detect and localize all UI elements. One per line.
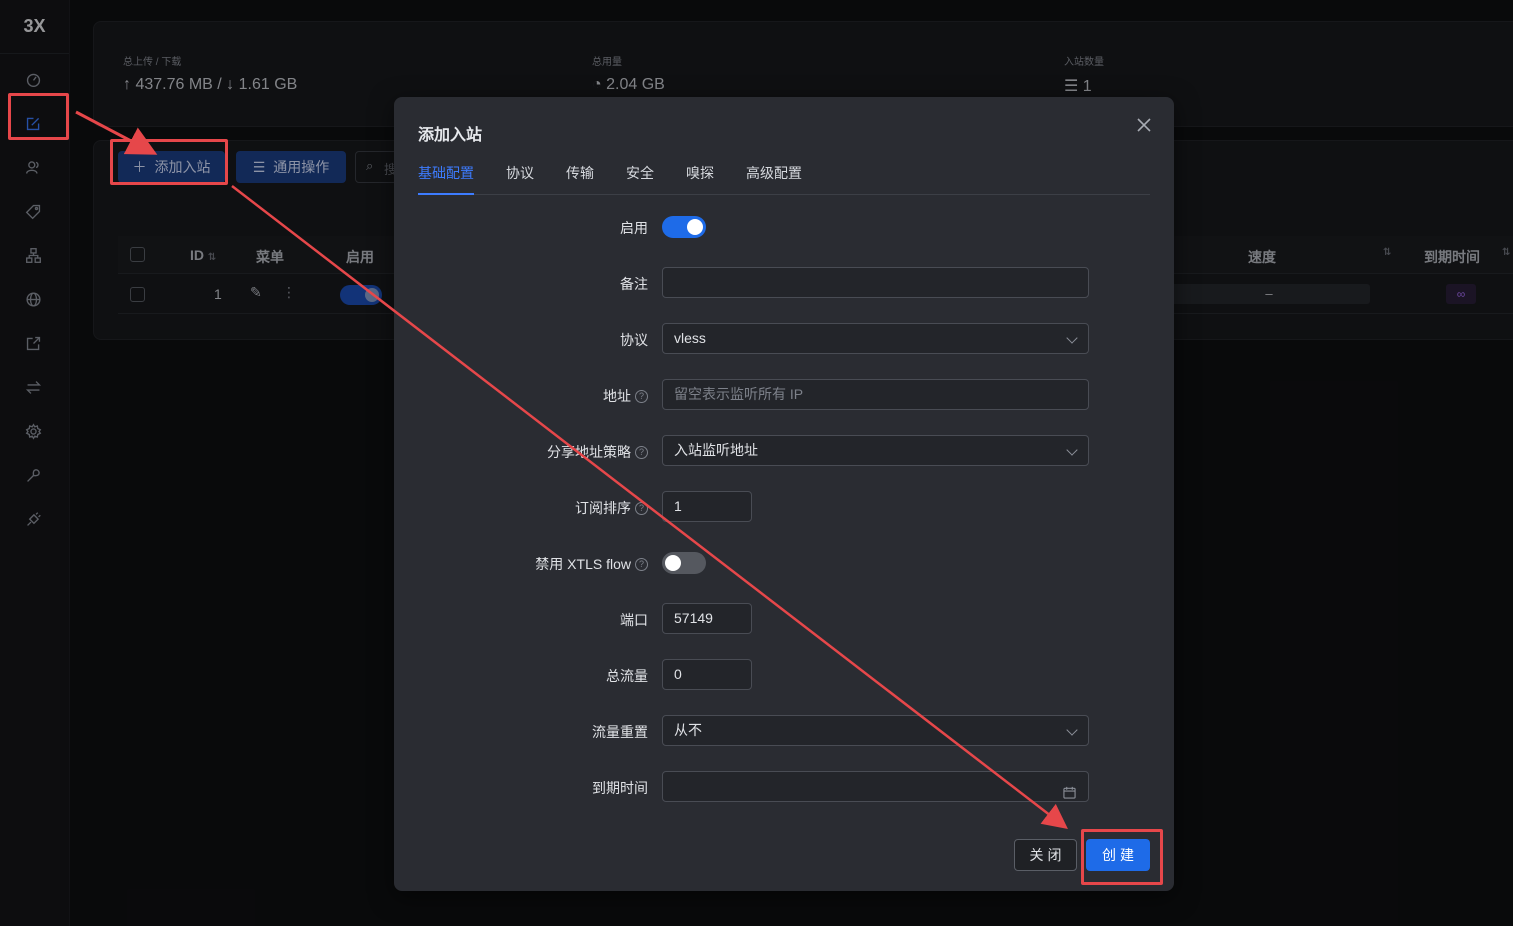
share-strategy-value: 入站监听地址 — [674, 442, 758, 458]
modal-close-button[interactable] — [1136, 117, 1154, 135]
tab-sniffing[interactable]: 嗅探 — [686, 163, 714, 183]
total-traffic-label-text: 总流量 — [606, 668, 648, 684]
chevron-down-icon — [1066, 724, 1078, 736]
help-icon[interactable]: ? — [635, 557, 648, 571]
traffic-reset-select[interactable]: 从不 — [662, 715, 1089, 746]
protocol-label-text: 协议 — [620, 332, 648, 348]
tab-transport[interactable]: 传输 — [566, 163, 594, 183]
calendar-icon — [1063, 780, 1076, 801]
protocol-select[interactable]: vless — [662, 323, 1089, 354]
address-label: 地址? — [603, 386, 648, 406]
close-button[interactable]: 关闭 — [1014, 839, 1077, 871]
sub-order-label: 订阅排序? — [575, 498, 648, 518]
tab-security[interactable]: 安全 — [626, 163, 654, 183]
add-inbound-modal: 添加入站 基础配置 协议 传输 安全 嗅探 高级配置 启用 备注 协议 vles… — [394, 97, 1174, 891]
total-traffic-input[interactable]: 0 — [662, 659, 752, 690]
active-tab-indicator — [418, 193, 474, 195]
highlight-box-sidebar-inbounds — [8, 93, 69, 140]
disable-xtls-label-text: 禁用 XTLS flow — [535, 556, 631, 572]
remark-input[interactable] — [662, 267, 1089, 298]
sub-order-input[interactable]: 1 — [662, 491, 752, 522]
expiry-label-text: 到期时间 — [592, 780, 648, 796]
form-row-enable: 启用 — [394, 211, 1174, 243]
enable-label-text: 启用 — [620, 220, 648, 236]
form-row-expiry: 到期时间 — [394, 771, 1174, 803]
protocol-value: vless — [674, 330, 706, 346]
form-row-total-traffic: 总流量 0 — [394, 659, 1174, 691]
share-strategy-select[interactable]: 入站监听地址 — [662, 435, 1089, 466]
tab-protocol[interactable]: 协议 — [506, 163, 534, 183]
form-row-disable-xtls: 禁用 XTLS flow? — [394, 547, 1174, 579]
expiry-label: 到期时间 — [592, 778, 648, 798]
highlight-box-add-inbound — [110, 139, 228, 185]
form-row-port: 端口 57149 — [394, 603, 1174, 635]
tab-advanced-config[interactable]: 高级配置 — [746, 163, 802, 183]
remark-label: 备注 — [620, 274, 648, 294]
modal-title: 添加入站 — [418, 127, 483, 144]
form-row-sub-order: 订阅排序? 1 — [394, 491, 1174, 523]
disable-xtls-label: 禁用 XTLS flow? — [535, 554, 648, 574]
traffic-reset-value: 从不 — [674, 722, 702, 738]
enable-label: 启用 — [620, 218, 648, 238]
modal-tabs: 基础配置 协议 传输 安全 嗅探 高级配置 — [418, 159, 1150, 195]
expiry-date-picker[interactable] — [662, 771, 1089, 802]
address-input[interactable]: 留空表示监听所有 IP — [662, 379, 1089, 410]
share-strategy-label-text: 分享地址策略 — [547, 444, 631, 460]
form-row-address: 地址? 留空表示监听所有 IP — [394, 379, 1174, 411]
form-row-share-strategy: 分享地址策略? 入站监听地址 — [394, 435, 1174, 467]
remark-label-text: 备注 — [620, 276, 648, 292]
enable-toggle[interactable] — [662, 216, 706, 238]
help-icon[interactable]: ? — [635, 501, 648, 515]
chevron-down-icon — [1066, 444, 1078, 456]
tab-basic-config[interactable]: 基础配置 — [418, 163, 474, 183]
port-label: 端口 — [620, 610, 648, 630]
close-icon — [1137, 118, 1151, 132]
share-strategy-label: 分享地址策略? — [547, 442, 648, 462]
form-row-traffic-reset: 流量重置 从不 — [394, 715, 1174, 747]
help-icon[interactable]: ? — [635, 389, 648, 403]
address-label-text: 地址 — [603, 388, 631, 404]
sub-order-label-text: 订阅排序 — [575, 500, 631, 516]
form-row-protocol: 协议 vless — [394, 323, 1174, 355]
total-traffic-label: 总流量 — [606, 666, 648, 686]
toggle-knob — [687, 219, 703, 235]
port-label-text: 端口 — [620, 612, 648, 628]
form-row-remark: 备注 — [394, 267, 1174, 299]
address-placeholder: 留空表示监听所有 IP — [674, 386, 804, 402]
help-icon[interactable]: ? — [635, 445, 648, 459]
disable-xtls-toggle[interactable] — [662, 552, 706, 574]
traffic-reset-label-text: 流量重置 — [592, 724, 648, 740]
port-input[interactable]: 57149 — [662, 603, 752, 634]
toggle-knob — [665, 555, 681, 571]
highlight-box-create — [1081, 829, 1163, 885]
chevron-down-icon — [1066, 332, 1078, 344]
traffic-reset-label: 流量重置 — [592, 722, 648, 742]
protocol-label: 协议 — [620, 330, 648, 350]
